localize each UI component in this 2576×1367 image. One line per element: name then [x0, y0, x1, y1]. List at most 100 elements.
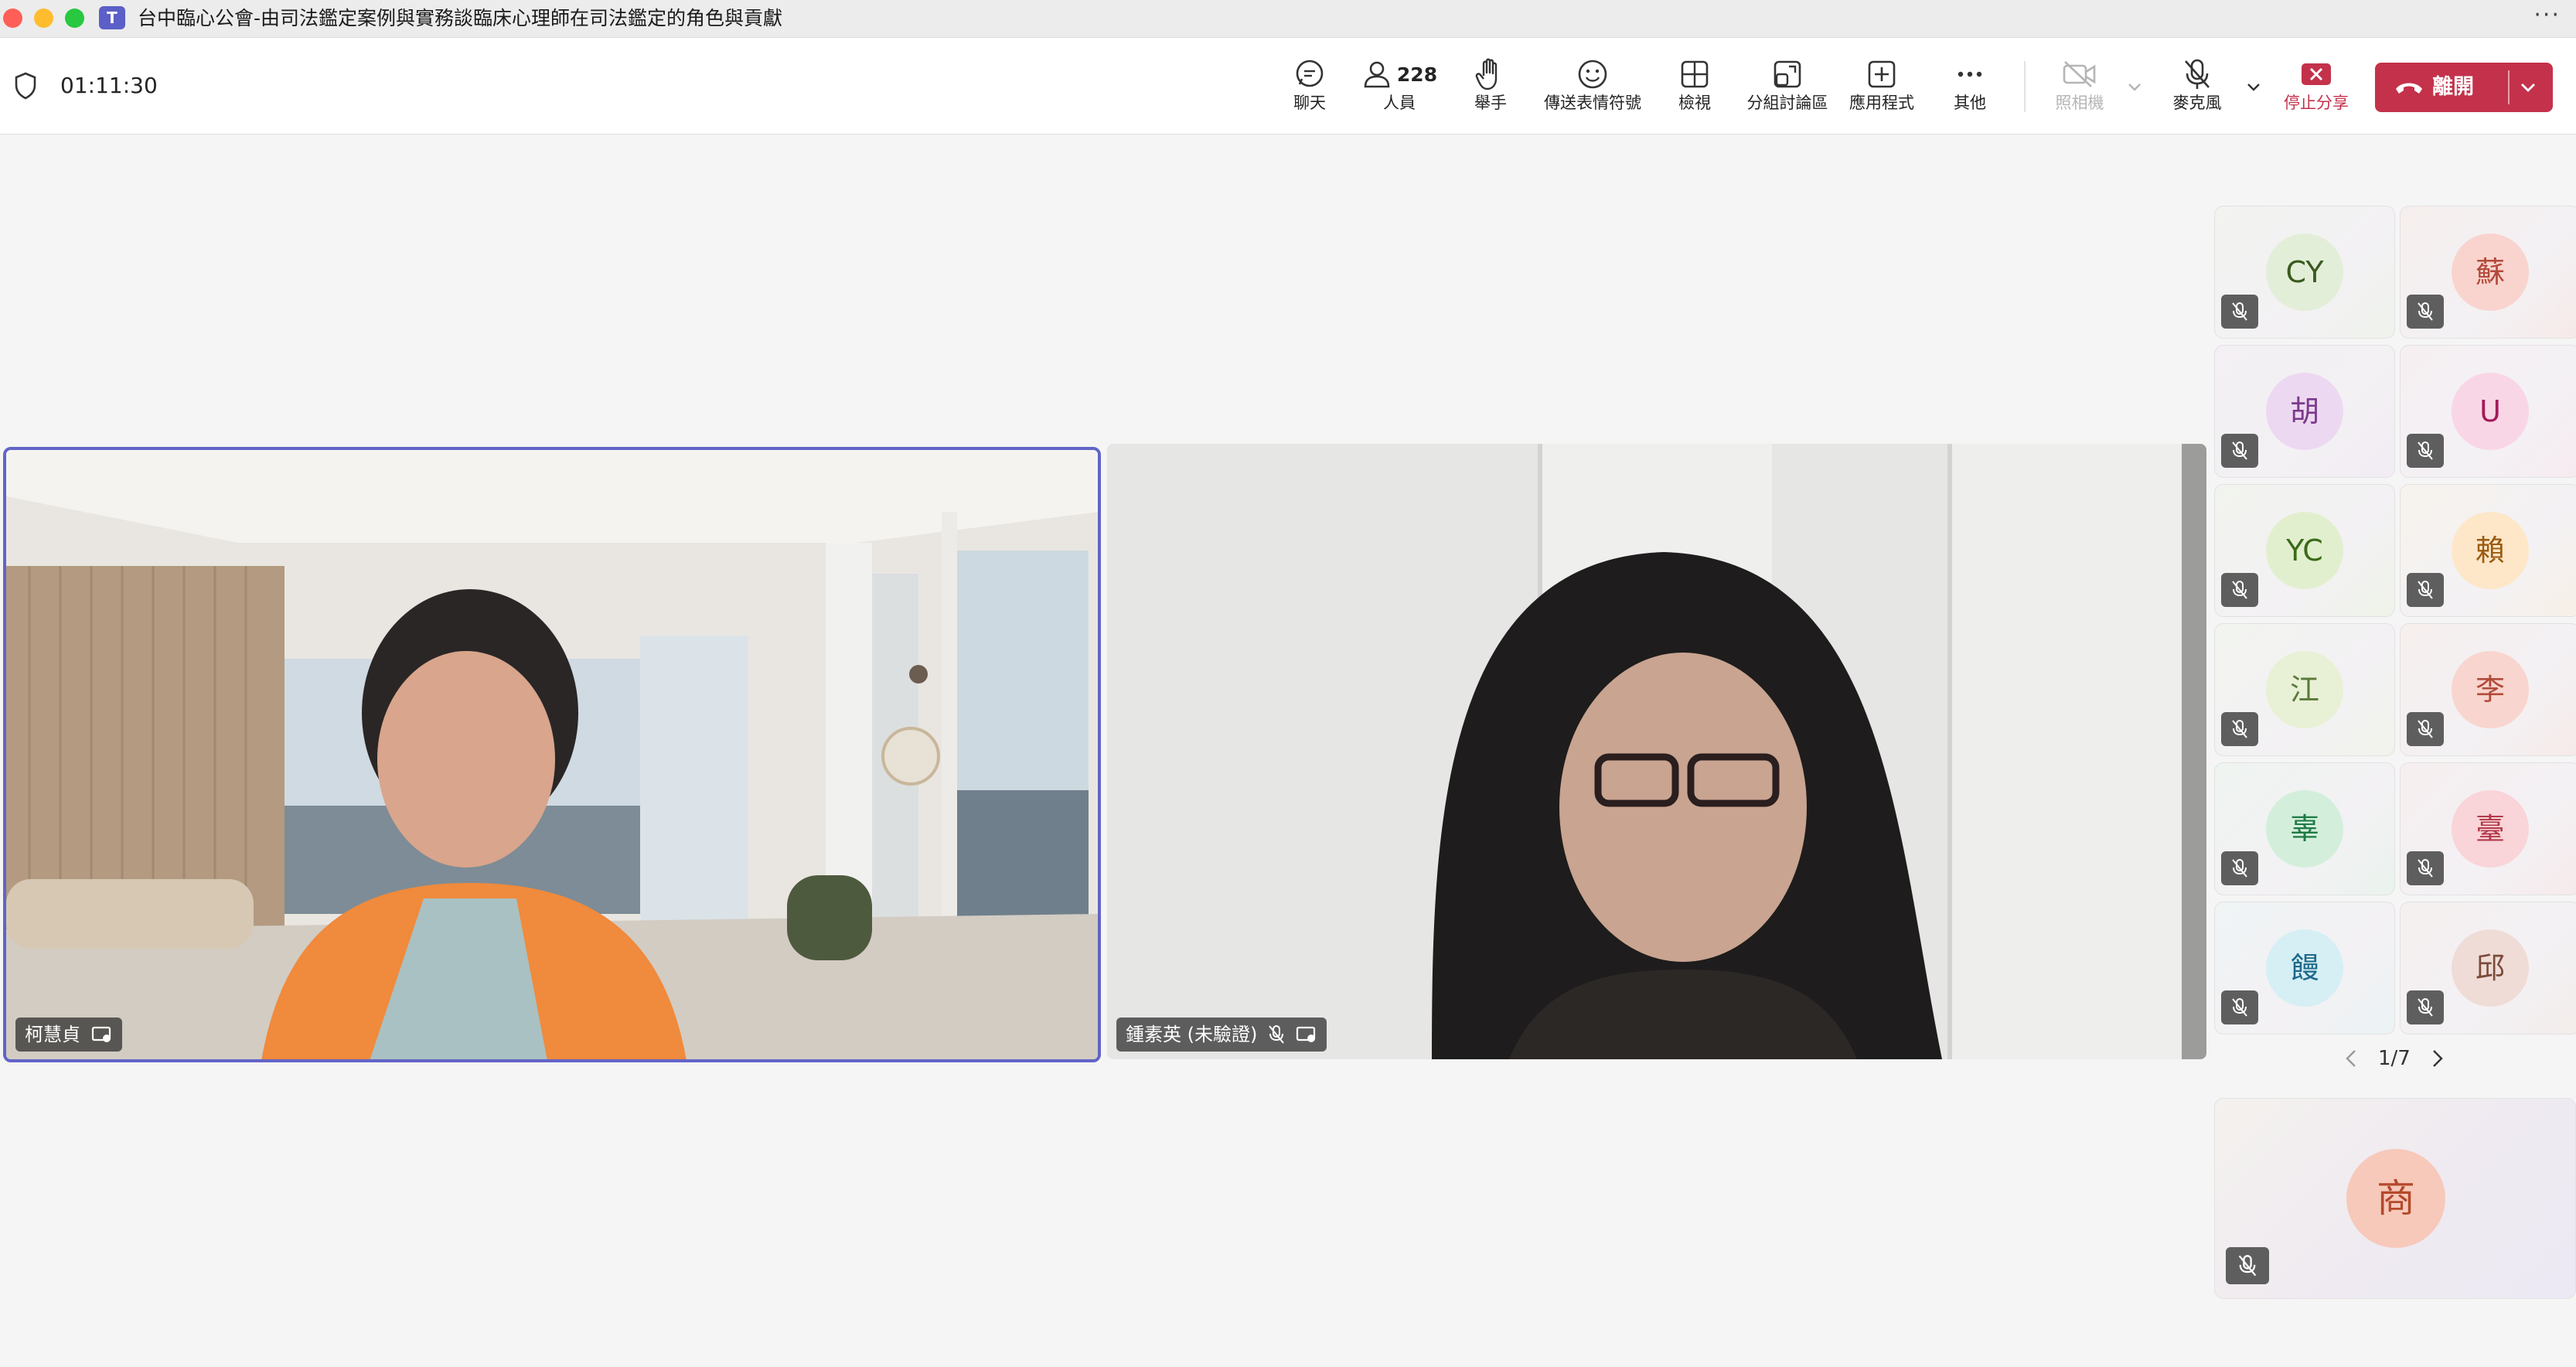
- apps-label: 應用程式: [1849, 94, 1914, 112]
- window-titlebar: T 台中臨心公會-由司法鑑定案例與實務談臨床心理師在司法鑑定的角色與貢獻 ···: [0, 0, 2576, 38]
- more-icon: [1958, 71, 1982, 77]
- muted-mic-icon: [2232, 581, 2247, 599]
- gallery-tile[interactable]: 胡: [2214, 345, 2395, 478]
- leave-divider: [2508, 70, 2510, 104]
- view-label: 檢視: [1678, 94, 1711, 112]
- mic-button[interactable]: 麥克風: [2166, 56, 2228, 121]
- screen-share-indicator-icon: [91, 1026, 111, 1042]
- participant-2-video-feed: [1107, 444, 2206, 1059]
- next-page-chevron-icon[interactable]: [2428, 1048, 2446, 1069]
- stop-share-label: 停止分享: [2284, 94, 2349, 112]
- gallery-tile[interactable]: 臺: [2400, 762, 2576, 895]
- gallery-tile[interactable]: 辜: [2214, 762, 2395, 895]
- people-label: 人員: [1383, 94, 1416, 112]
- zoom-window-button[interactable]: [65, 9, 84, 28]
- breakout-rooms-button[interactable]: 分組討論區: [1741, 56, 1834, 121]
- participant-1-name: 柯慧貞: [25, 1024, 80, 1045]
- minimize-window-button[interactable]: [34, 9, 53, 28]
- camera-off-icon: [2063, 61, 2096, 87]
- screen-share-indicator-icon: [1297, 1026, 1316, 1042]
- gallery-tile[interactable]: YC: [2214, 484, 2395, 617]
- participant-video-2[interactable]: 鍾素英 (未驗證): [1107, 444, 2206, 1059]
- muted-indicator: [2407, 851, 2444, 885]
- participant-avatar: 江: [2266, 651, 2343, 728]
- muted-mic-icon: [2232, 441, 2247, 460]
- more-button[interactable]: 其他: [1947, 56, 1993, 121]
- smiley-icon: [1578, 60, 1607, 89]
- gallery-tile[interactable]: 賴: [2400, 484, 2576, 617]
- muted-mic-icon: [2418, 302, 2433, 321]
- muted-indicator: [2407, 990, 2444, 1024]
- muted-mic-icon: [2238, 1255, 2257, 1277]
- muted-mic-icon: [1269, 1025, 1285, 1044]
- hand-icon: [1475, 58, 1498, 90]
- camera-label: 照相機: [2055, 94, 2104, 112]
- stop-sharing-button[interactable]: 停止分享: [2279, 56, 2353, 121]
- leave-options-chevron-icon[interactable]: [2517, 77, 2539, 98]
- window-title: 台中臨心公會-由司法鑑定案例與實務談臨床心理師在司法鑑定的角色與貢獻: [138, 7, 783, 29]
- muted-mic-icon: [2418, 581, 2433, 599]
- muted-mic-icon: [2232, 302, 2247, 321]
- muted-indicator: [2221, 295, 2258, 329]
- window-more-icon[interactable]: ···: [2533, 2, 2561, 29]
- gallery-tile[interactable]: 邱: [2400, 902, 2576, 1035]
- meeting-toolbar: 01:11:30 聊天 228 人員 舉手 傳送表情符號 檢視 分組討論區 應用…: [0, 38, 2576, 135]
- breakout-icon: [1774, 60, 1801, 88]
- gallery-tile[interactable]: U: [2400, 345, 2576, 478]
- muted-indicator: [2221, 851, 2258, 885]
- participant-avatar: 賴: [2452, 512, 2529, 589]
- featured-participant-avatar: 商: [2346, 1149, 2445, 1248]
- camera-options-chevron-icon[interactable]: [2126, 78, 2143, 95]
- raise-hand-button[interactable]: 舉手: [1467, 56, 1514, 121]
- featured-muted-indicator: [2226, 1247, 2269, 1284]
- mic-label: 麥克風: [2172, 94, 2222, 112]
- chat-button[interactable]: 聊天: [1286, 56, 1333, 121]
- view-button[interactable]: 檢視: [1671, 56, 1718, 121]
- gallery-pager: 1/7: [2343, 1047, 2446, 1070]
- muted-mic-icon: [2418, 441, 2433, 460]
- gallery-tile[interactable]: 饅: [2214, 902, 2395, 1035]
- participant-2-nametag: 鍾素英 (未驗證): [1116, 1018, 1327, 1052]
- muted-indicator: [2221, 573, 2258, 607]
- muted-mic-icon: [2418, 859, 2433, 878]
- participant-avatar: 李: [2452, 651, 2529, 728]
- phone-hangup-icon: [2396, 83, 2422, 94]
- gallery-tile[interactable]: CY: [2214, 206, 2395, 339]
- camera-button[interactable]: 照相機: [2049, 56, 2111, 121]
- muted-indicator: [2221, 990, 2258, 1024]
- muted-indicator: [2221, 434, 2258, 468]
- apps-button[interactable]: 應用程式: [1843, 56, 1920, 121]
- mic-off-icon: [2185, 59, 2210, 89]
- participant-avatar: 辜: [2266, 790, 2343, 868]
- breakout-label: 分組討論區: [1746, 94, 1828, 112]
- muted-indicator: [2407, 712, 2444, 746]
- muted-indicator: [2221, 712, 2258, 746]
- participant-avatar: 饅: [2266, 929, 2343, 1007]
- people-button[interactable]: 228 人員: [1361, 56, 1438, 121]
- gallery-tile[interactable]: 蘇: [2400, 206, 2576, 339]
- participant-2-name: 鍾素英 (未驗證): [1126, 1024, 1258, 1045]
- participant-avatar: 邱: [2452, 929, 2529, 1007]
- participant-avatar: YC: [2266, 512, 2343, 589]
- people-count: 228: [1396, 63, 1438, 86]
- page-indicator: 1/7: [2378, 1047, 2411, 1070]
- more-label: 其他: [1954, 94, 1986, 112]
- muted-mic-icon: [2418, 998, 2433, 1017]
- leave-button[interactable]: 離開: [2375, 63, 2553, 112]
- chat-icon: [1296, 60, 1324, 87]
- featured-participant-tile[interactable]: 商: [2214, 1098, 2576, 1299]
- participant-1-video-feed: [6, 450, 1098, 1059]
- mic-options-chevron-icon[interactable]: [2245, 78, 2262, 95]
- participant-video-1[interactable]: 柯慧貞: [3, 447, 1101, 1062]
- muted-indicator: [2407, 573, 2444, 607]
- gallery-tile[interactable]: 江: [2214, 623, 2395, 756]
- participant-avatar: 蘇: [2452, 234, 2529, 311]
- previous-page-chevron-icon[interactable]: [2343, 1048, 2361, 1069]
- raise-hand-label: 舉手: [1474, 94, 1507, 112]
- meeting-timer: 01:11:30: [60, 73, 158, 98]
- grid-view-icon: [1681, 60, 1709, 88]
- gallery-tile[interactable]: 李: [2400, 623, 2576, 756]
- close-window-button[interactable]: [3, 9, 22, 28]
- add-app-icon: [1868, 60, 1896, 88]
- reactions-button[interactable]: 傳送表情符號: [1538, 56, 1647, 121]
